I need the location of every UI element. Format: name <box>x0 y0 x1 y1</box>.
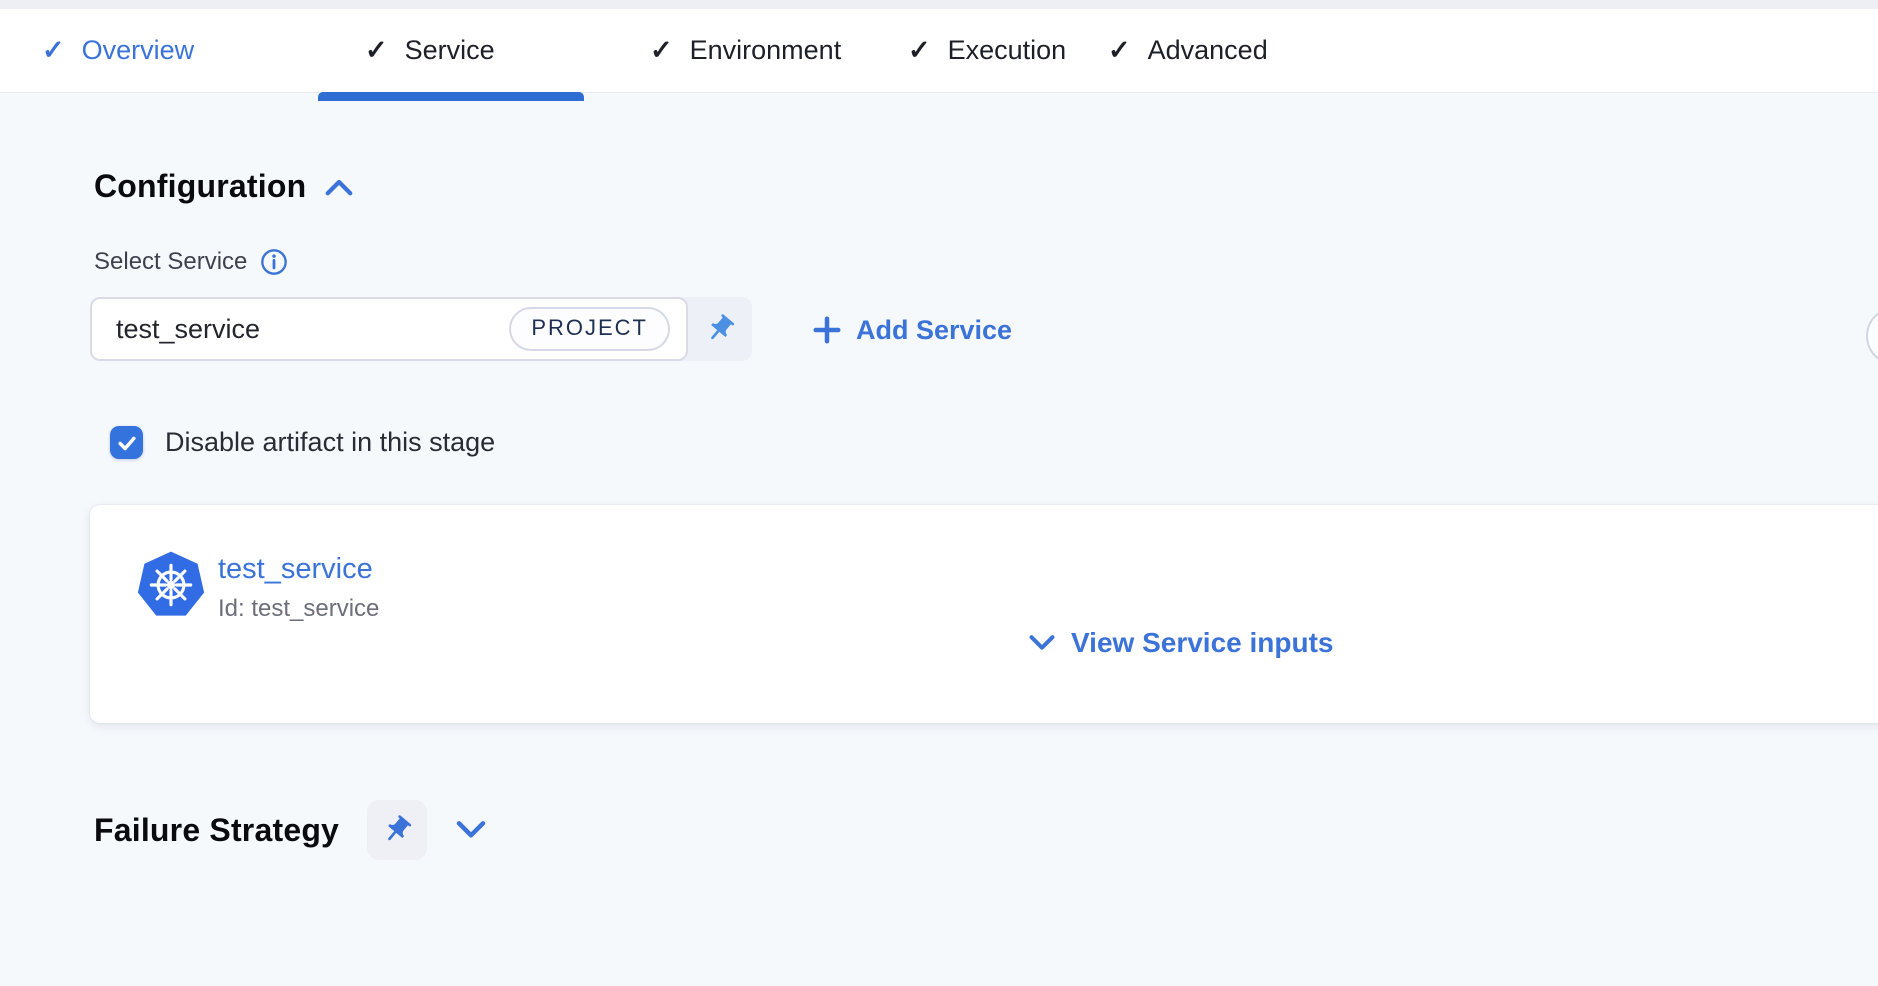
check-icon: ✓ <box>908 37 931 64</box>
chevron-up-icon[interactable] <box>324 177 354 197</box>
select-service-label: Select Service <box>94 248 247 276</box>
scope-badge: PROJECT <box>509 307 670 351</box>
disable-artifact-checkbox[interactable] <box>110 426 143 459</box>
kubernetes-icon <box>137 551 205 619</box>
add-service-label: Add Service <box>856 315 1012 346</box>
check-icon: ✓ <box>42 37 65 64</box>
tab-advanced[interactable]: ✓ Advanced <box>1108 9 1268 92</box>
check-icon <box>116 432 138 454</box>
configuration-section-header: Configuration <box>94 168 354 205</box>
edge-floating-button[interactable] <box>1866 307 1878 365</box>
tab-execution-label: Execution <box>948 35 1067 66</box>
failure-strategy-title: Failure Strategy <box>94 812 339 849</box>
info-icon[interactable] <box>260 248 288 276</box>
tab-overview-label: Overview <box>82 35 195 66</box>
tab-overview[interactable]: ✓ Overview <box>42 9 194 92</box>
pushpin-icon <box>704 313 736 345</box>
check-icon: ✓ <box>365 37 388 64</box>
add-service-button[interactable]: Add Service <box>812 308 1012 352</box>
tab-advanced-label: Advanced <box>1148 35 1268 66</box>
check-icon: ✓ <box>1108 37 1131 64</box>
select-service-row: Select Service <box>94 248 288 276</box>
plus-icon <box>812 315 842 345</box>
service-id-text: Id: test_service <box>218 595 379 623</box>
tab-environment[interactable]: ✓ Environment <box>650 9 841 92</box>
tab-execution[interactable]: ✓ Execution <box>908 9 1066 92</box>
top-strip <box>0 0 1878 9</box>
view-service-inputs-button[interactable]: View Service inputs <box>1028 627 1334 659</box>
pin-failure-strategy-button[interactable] <box>367 800 427 860</box>
service-input-value: test_service <box>116 314 260 345</box>
pin-service-button[interactable] <box>688 297 752 361</box>
pushpin-icon <box>381 814 413 846</box>
disable-artifact-row: Disable artifact in this stage <box>110 426 495 459</box>
service-select-group: test_service PROJECT <box>90 297 752 361</box>
service-name-link[interactable]: test_service <box>218 553 373 586</box>
service-select-input[interactable]: test_service PROJECT <box>90 297 688 361</box>
configuration-title: Configuration <box>94 168 306 205</box>
tab-service[interactable]: ✓ Service <box>365 9 495 92</box>
tab-environment-label: Environment <box>690 35 842 66</box>
stage-tabbar: ✓ Overview ✓ Service ✓ Environment ✓ Exe… <box>0 9 1878 93</box>
check-icon: ✓ <box>650 37 673 64</box>
view-service-inputs-label: View Service inputs <box>1071 627 1334 659</box>
active-tab-indicator <box>318 92 584 101</box>
disable-artifact-label: Disable artifact in this stage <box>165 427 495 458</box>
tab-service-label: Service <box>405 35 495 66</box>
chevron-down-icon[interactable] <box>455 819 487 841</box>
failure-strategy-header: Failure Strategy <box>94 800 487 860</box>
chevron-down-icon <box>1028 633 1056 653</box>
service-card: test_service Id: test_service View Servi… <box>90 505 1878 723</box>
